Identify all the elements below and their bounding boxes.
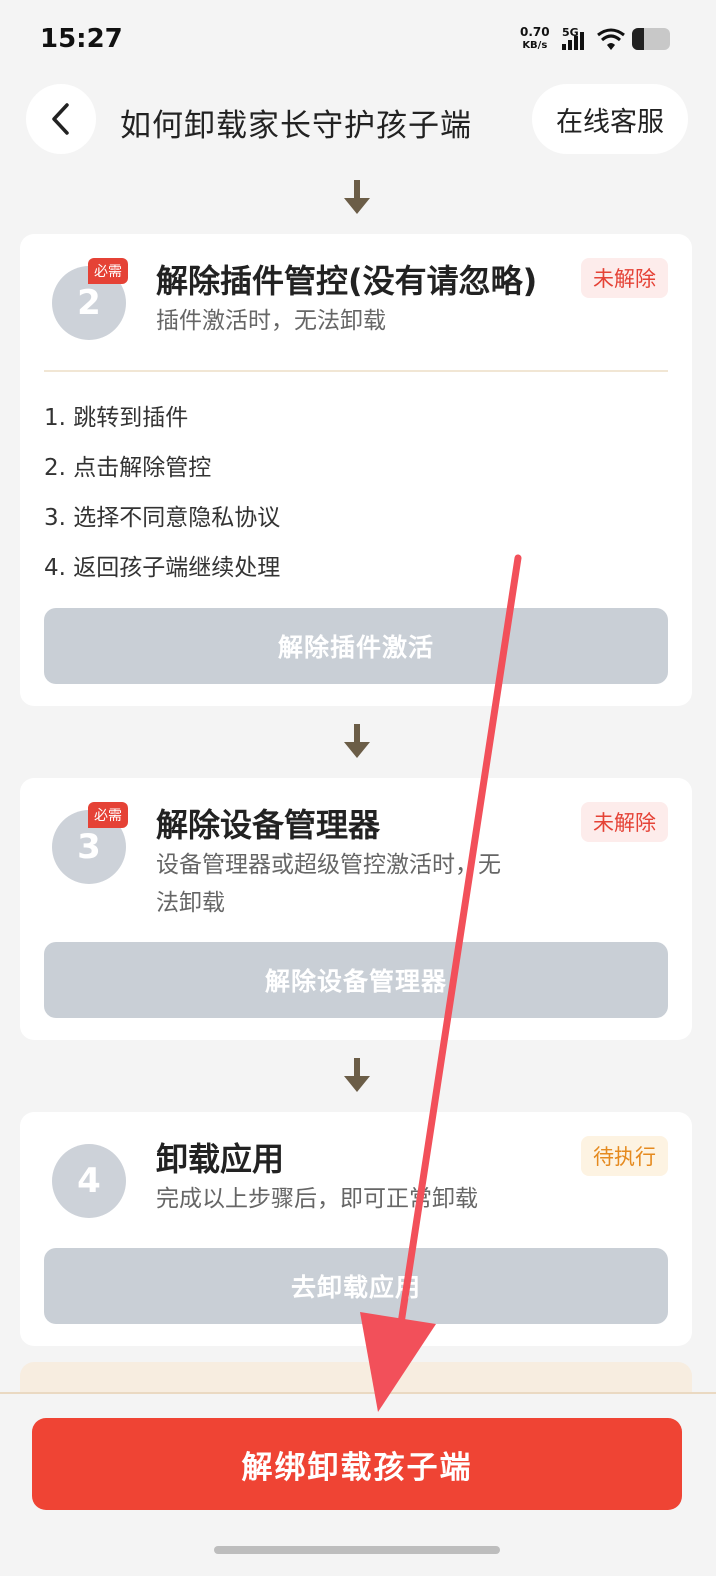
remove-plugin-button[interactable]: 解除插件激活 (44, 608, 668, 684)
signal-icon: 5G (560, 26, 590, 56)
chevron-left-icon (52, 103, 69, 135)
required-badge: 必需 (88, 258, 128, 284)
step-title: 解除插件管控(没有请忽略) (156, 262, 538, 300)
page-title: 如何卸载家长守护孩子端 (120, 108, 472, 144)
arrow-down-icon (344, 180, 370, 214)
status-badge: 未解除 (581, 258, 668, 298)
back-button[interactable] (26, 84, 96, 154)
status-bar: 15:27 0.70 KB/s 5G (0, 0, 716, 80)
step-description: 完成以上步骤后，即可正常卸载 (156, 1186, 478, 1212)
unbind-uninstall-button[interactable]: 解绑卸载孩子端 (32, 1418, 682, 1510)
step-title: 卸载应用 (156, 1140, 285, 1178)
wifi-icon (597, 28, 625, 50)
step-description-line2: 法卸载 (156, 890, 225, 916)
step-title: 解除设备管理器 (156, 806, 381, 844)
status-badge: 待执行 (581, 1136, 668, 1176)
arrow-down-icon (344, 724, 370, 758)
go-uninstall-button[interactable]: 去卸载应用 (44, 1248, 668, 1324)
battery-icon (632, 28, 670, 50)
divider (44, 370, 668, 372)
step-number: 4 (52, 1144, 126, 1218)
step-card-4: 4 卸载应用 完成以上步骤后，即可正常卸载 待执行 去卸载应用 (20, 1112, 692, 1346)
instruction-item: 4. 返回孩子端继续处理 (44, 555, 281, 581)
instruction-item: 1. 跳转到插件 (44, 405, 189, 431)
page-header: 如何卸载家长守护孩子端 在线客服 (0, 82, 716, 158)
online-service-button[interactable]: 在线客服 (532, 84, 688, 154)
network-speed: 0.70 KB/s (520, 26, 550, 52)
remove-device-admin-button[interactable]: 解除设备管理器 (44, 942, 668, 1018)
status-badge: 未解除 (581, 802, 668, 842)
status-time: 15:27 (40, 24, 123, 54)
bottom-action-bar: 解绑卸载孩子端 (0, 1392, 716, 1576)
arrow-down-icon (344, 1058, 370, 1092)
instruction-item: 2. 点击解除管控 (44, 455, 212, 481)
step-description: 插件激活时，无法卸载 (156, 308, 386, 334)
required-badge: 必需 (88, 802, 128, 828)
network-speed-value: 0.70 (520, 25, 550, 39)
step-description-line1: 设备管理器或超级管控激活时，无 (156, 852, 501, 878)
step-card-3: 3 必需 解除设备管理器 设备管理器或超级管控激活时，无 法卸载 未解除 解除设… (20, 778, 692, 1040)
network-speed-unit: KB/s (522, 40, 548, 51)
instruction-item: 3. 选择不同意隐私协议 (44, 505, 281, 531)
network-type: 5G (562, 26, 579, 39)
home-indicator (214, 1546, 500, 1554)
step-card-2: 2 必需 解除插件管控(没有请忽略) 插件激活时，无法卸载 未解除 1. 跳转到… (20, 234, 692, 706)
